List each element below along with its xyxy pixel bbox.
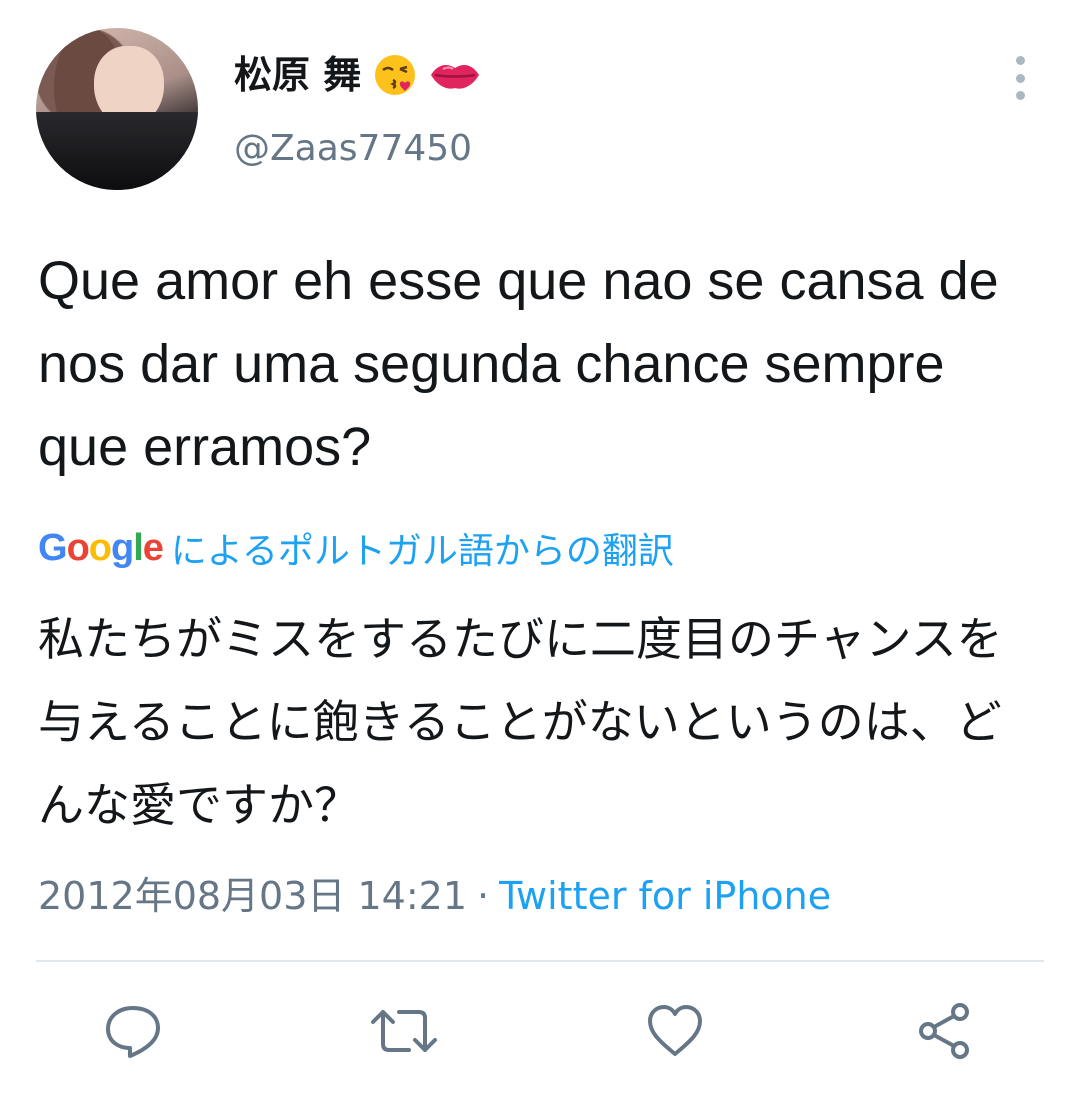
reply-button[interactable] [98,996,168,1066]
kissing-face-emoji-icon [375,55,416,95]
timestamp: 2012年08月03日 14:21 [38,874,468,918]
more-dot [1015,56,1025,65]
share-button[interactable] [910,996,980,1066]
tweet-meta: 2012年08月03日 14:21 · Twitter for iPhone [38,868,831,924]
reply-icon [106,1006,160,1058]
display-name-row[interactable]: 松原 舞 [234,48,481,102]
more-options-icon[interactable] [1006,56,1034,100]
like-icon [648,1005,702,1056]
retweet-icon [371,1010,437,1052]
translated-text: 私たちがミスをするたびに二度目のチャンスを与えることに飽きることがないというのは… [38,612,1003,832]
more-dot [1015,91,1025,100]
avatar[interactable] [36,28,198,190]
more-dot [1015,73,1025,83]
user-handle[interactable]: @Zaas77450 [234,126,472,172]
tweet-text: Que amor eh esse que nao se cansa de nos… [38,251,999,477]
lips-emoji-icon [431,64,480,89]
tweet-source-link[interactable]: Twitter for iPhone [499,868,831,924]
avatar-clothing [36,112,198,190]
share-icon [919,1003,969,1059]
meta-separator: · [477,874,490,918]
tweet-actions [0,996,1080,1066]
translation-label: によるポルトガル語からの翻訳 [170,531,674,572]
divider [36,960,1044,962]
google-logo-icon: Google [38,526,164,569]
like-button[interactable] [640,996,710,1066]
translation-attribution: Google によるポルトガル語からの翻訳 [38,524,674,573]
retweet-button[interactable] [369,996,439,1066]
display-name[interactable]: 松原 舞 [234,48,361,102]
